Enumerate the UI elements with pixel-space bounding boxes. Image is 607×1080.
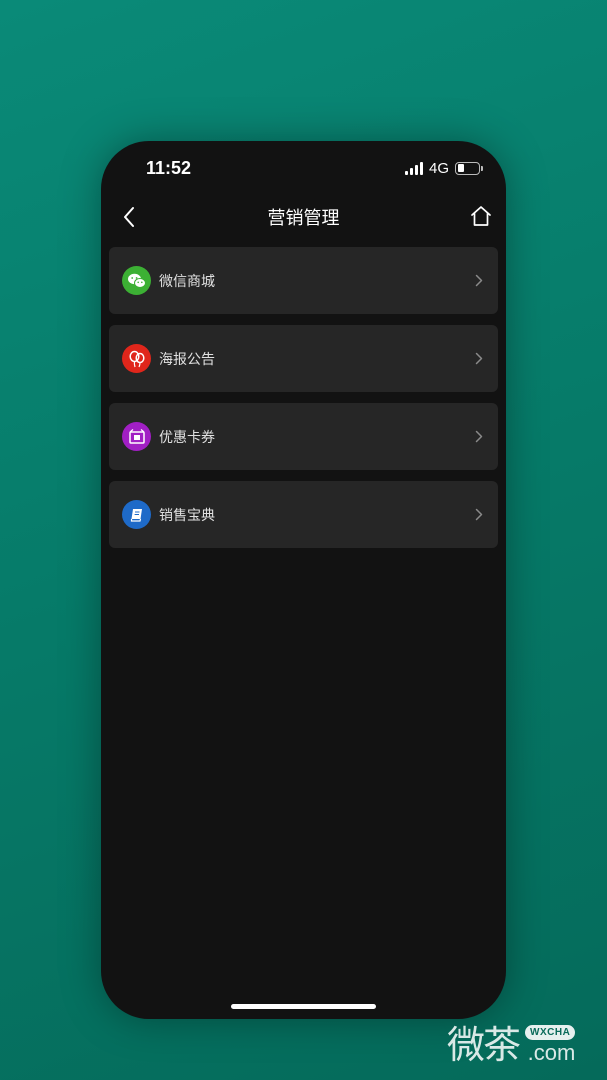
- watermark-text: 微茶: [447, 1023, 521, 1067]
- chevron-right-icon: [472, 508, 486, 522]
- menu-item-coupons[interactable]: 优惠卡券: [109, 403, 498, 470]
- menu-item-poster-notice[interactable]: 海报公告: [109, 325, 498, 392]
- battery-icon: [455, 161, 483, 175]
- menu-item-label: 优惠卡券: [159, 429, 215, 446]
- chevron-right-icon: [472, 274, 486, 288]
- menu-list: 微信商城 海报公告 优惠卡券 销售宝典: [109, 247, 498, 559]
- network-type: 4G: [428, 159, 449, 177]
- status-bar: 11:52 4G: [101, 141, 506, 195]
- balloon-icon: [122, 344, 151, 373]
- menu-item-wechat-mall[interactable]: 微信商城: [109, 247, 498, 314]
- home-button[interactable]: [464, 199, 498, 233]
- menu-item-sales-guide[interactable]: 销售宝典: [109, 481, 498, 548]
- watermark-domain: .com: [527, 1040, 576, 1065]
- chevron-right-icon: [472, 352, 486, 366]
- page-title: 营销管理: [267, 208, 340, 229]
- phone-frame: 11:52 4G 营销管理 微信商城 海报公告 优惠卡券 销售宝典: [101, 141, 506, 1019]
- book-icon: [122, 500, 151, 529]
- nav-bar: 营销管理: [101, 195, 506, 239]
- status-time: 11:52: [146, 157, 192, 178]
- chevron-right-icon: [472, 430, 486, 444]
- back-button[interactable]: [113, 201, 145, 233]
- status-indicators: 4G: [404, 159, 483, 177]
- watermark: 微茶 WXCHA .com: [447, 1014, 576, 1067]
- home-icon: [471, 206, 491, 226]
- menu-item-label: 海报公告: [159, 351, 215, 368]
- signal-icon: [404, 161, 423, 175]
- wechat-icon: [122, 266, 151, 295]
- coupon-icon: [122, 422, 151, 451]
- home-indicator[interactable]: [231, 1004, 376, 1009]
- menu-item-label: 微信商城: [159, 273, 215, 290]
- watermark-right: WXCHA .com: [525, 1025, 576, 1065]
- battery-level: [457, 164, 464, 172]
- menu-item-label: 销售宝典: [159, 507, 215, 524]
- back-chevron-icon: [124, 207, 134, 227]
- watermark-badge: WXCHA: [525, 1025, 576, 1040]
